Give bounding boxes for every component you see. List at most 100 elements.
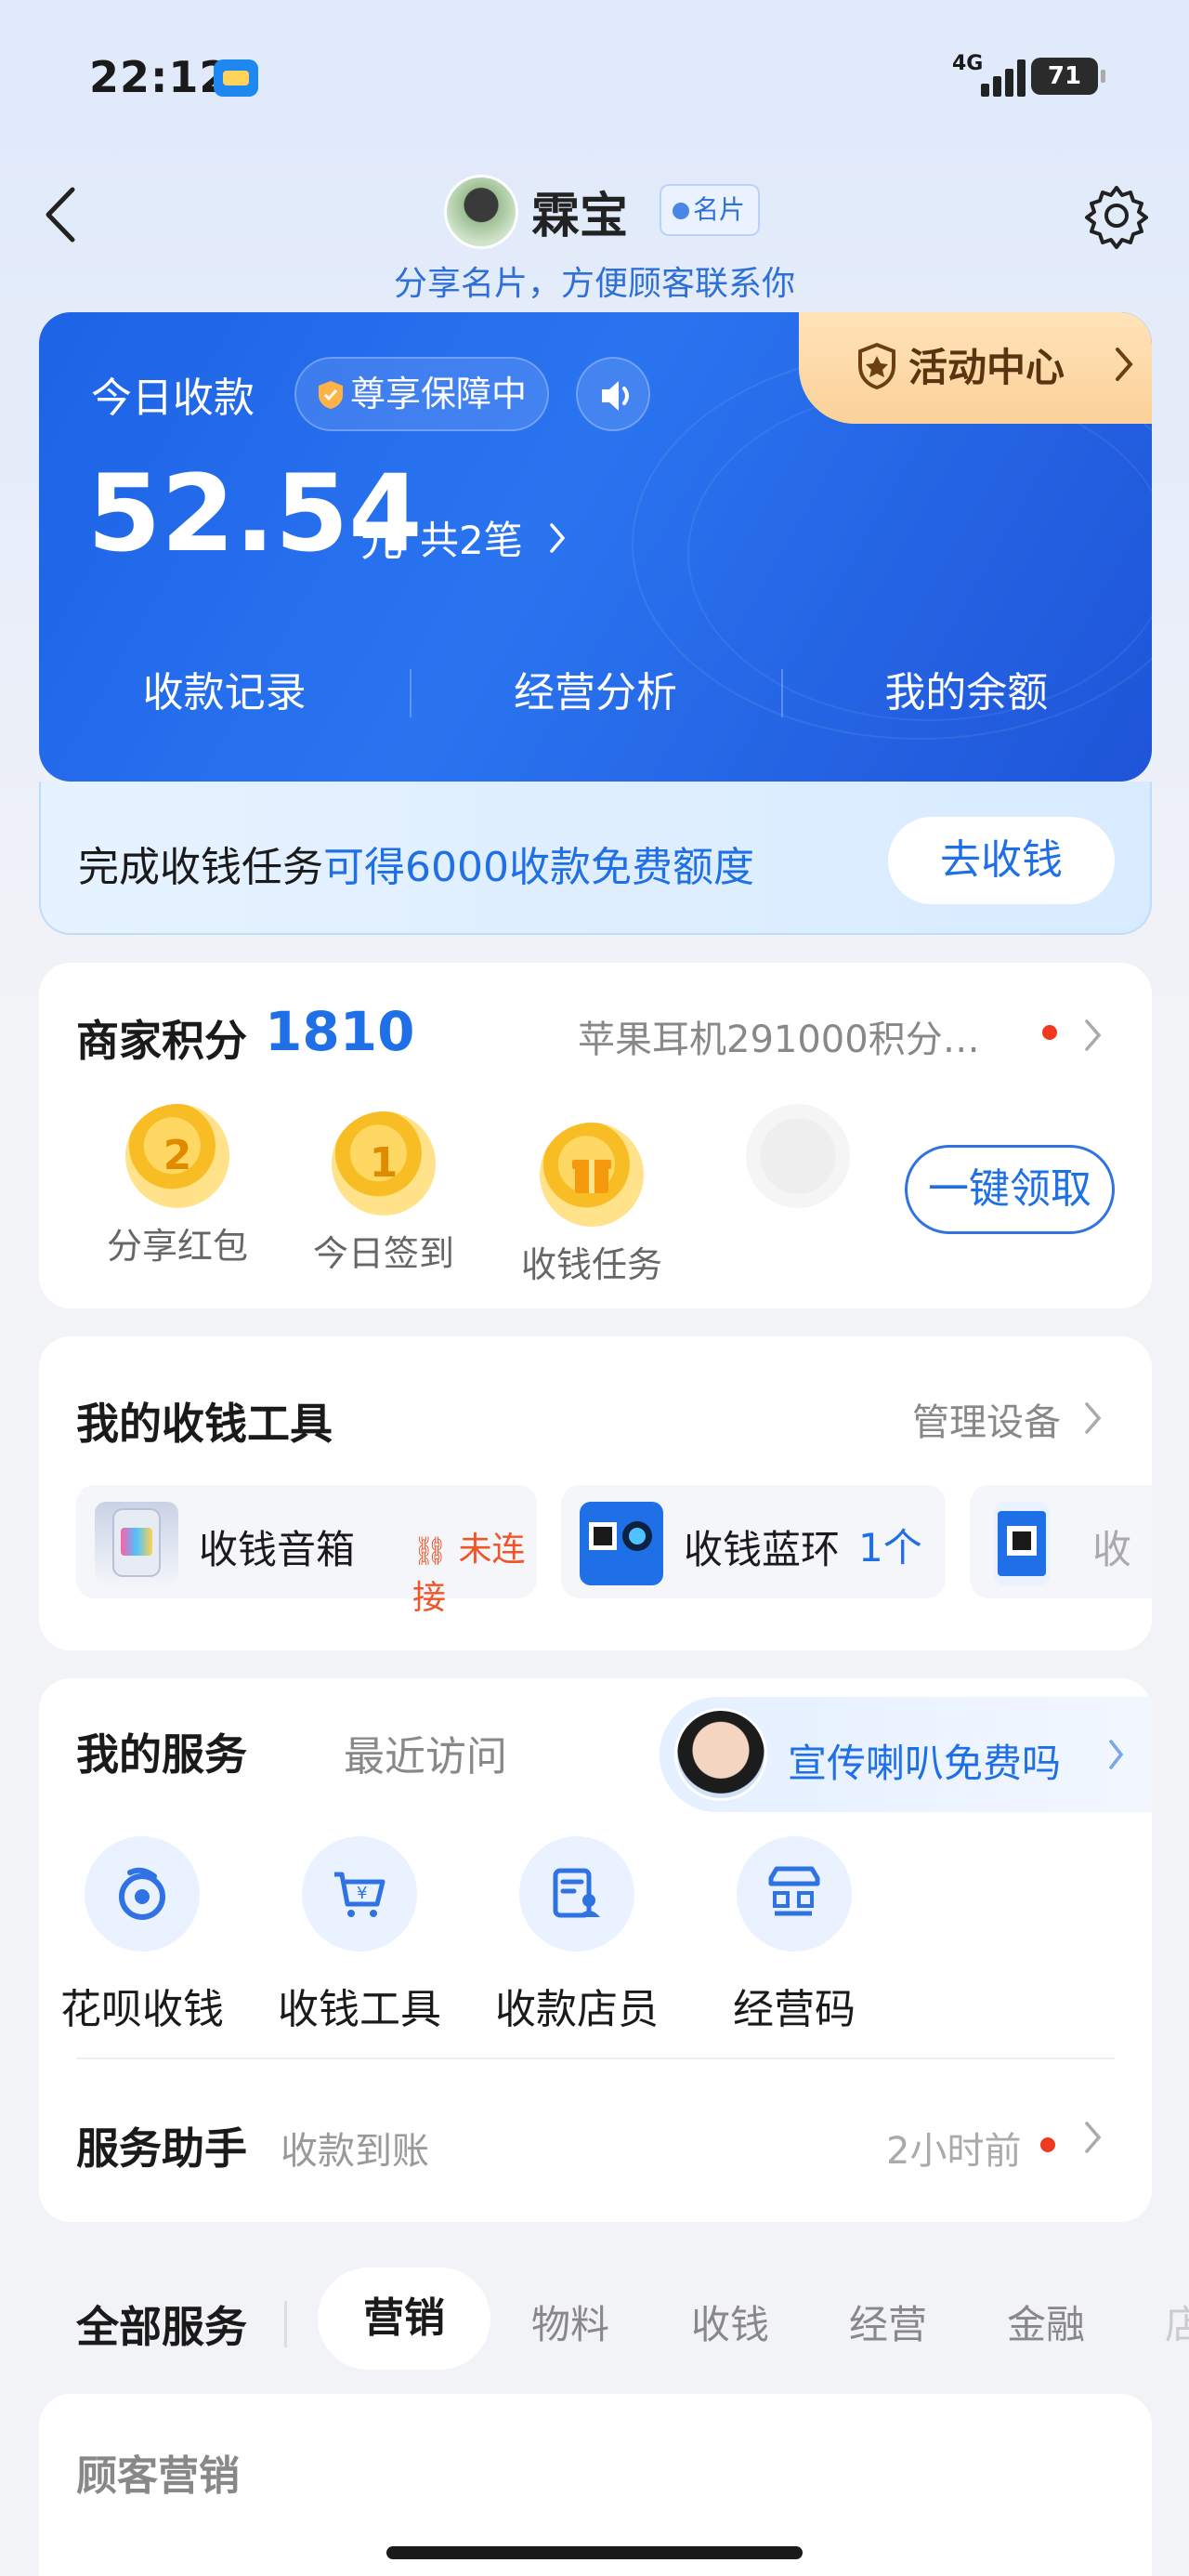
all-services-title: 全部服务 (76, 2302, 247, 2352)
tab-materials[interactable]: 物料 (531, 2293, 609, 2350)
my-services-card: 我的服务 最近访问 宣传喇叭免费吗 花呗收钱 ¥ 收钱工具 收款店员 经营码 服… (39, 1678, 1152, 2222)
voice-broadcast-button[interactable] (576, 357, 650, 431)
chevron-right-icon (1109, 1740, 1124, 1769)
avatar[interactable] (444, 175, 518, 249)
service-assistant-subtitle[interactable]: 收款到账 (281, 2121, 429, 2175)
shield-icon (319, 381, 343, 409)
person-icon (673, 203, 689, 219)
service-staff[interactable]: 收款店员 (479, 1836, 674, 2035)
tab-marketing[interactable]: 营销 (318, 2267, 490, 2370)
my-balance-link[interactable]: 我的余额 (780, 656, 1152, 730)
payment-records-link[interactable]: 收款记录 (39, 656, 410, 730)
staff-card-icon (519, 1836, 634, 1952)
tab-my-services[interactable]: 我的服务 (76, 1721, 247, 1782)
coin-badge: 2 (125, 1104, 229, 1208)
tab-collection[interactable]: 收钱 (691, 2293, 769, 2350)
service-category-bar: 全部服务 营销 物料 收钱 经营 金融 店 (39, 2267, 1189, 2370)
business-card-label: 名片 (693, 194, 746, 225)
points-promo[interactable]: 苹果耳机291000积分… (578, 1009, 980, 1063)
assurance-badge[interactable]: 尊享保障中 (294, 357, 550, 431)
service-assistant-title[interactable]: 服务助手 (76, 2115, 247, 2176)
today-income-label: 今日收款 (91, 375, 255, 422)
tool-speaker[interactable]: 收钱音箱 ⛓ 未连接 (76, 1485, 537, 1617)
tool-name: 收 (1092, 1527, 1132, 1572)
tool-blue-ring[interactable]: 收钱蓝环 1个 (561, 1485, 946, 1598)
collection-task[interactable]: 收钱任务 (503, 1123, 680, 1287)
coin-label: 分享红包 (106, 1226, 248, 1267)
tab-store[interactable]: 店 (1165, 2293, 1189, 2350)
cloud-icon (746, 1104, 850, 1208)
chevron-right-icon[interactable] (1083, 1017, 1104, 1054)
chevron-right-icon[interactable] (1083, 2119, 1104, 2156)
service-label: 经营码 (733, 1986, 856, 2033)
service-huabei[interactable]: 花呗收钱 (45, 1836, 240, 2035)
service-tools[interactable]: ¥ 收钱工具 (262, 1836, 457, 2035)
status-time: 22:12 (89, 52, 230, 102)
share-tip[interactable]: 分享名片，方便顾客联系你 (0, 256, 1189, 305)
placeholder-reward[interactable] (710, 1104, 886, 1208)
collection-tools-card: 我的收钱工具 管理设备 收钱音箱 ⛓ 未连接 收钱蓝环 1个 收 (39, 1336, 1152, 1650)
collection-task-banner[interactable]: 完成收钱任务可得6000收款免费额度 去收钱 (39, 782, 1152, 935)
tool-name: 收钱蓝环 (684, 1527, 841, 1572)
points-value[interactable]: 1810 (265, 1000, 414, 1063)
tab-operations[interactable]: 经营 (849, 2293, 927, 2350)
huabei-icon (85, 1836, 200, 1952)
transaction-count[interactable]: 共2笔 (420, 509, 523, 566)
claim-all-button[interactable]: 一键领取 (905, 1145, 1115, 1234)
speaker-device-icon (95, 1502, 178, 1585)
back-button[interactable] (37, 182, 93, 247)
income-card: 活动中心 今日收款 尊享保障中 52.54 元 共2笔 收款记录 经营分析 我的… (39, 312, 1152, 782)
assurance-label: 尊享保障中 (350, 374, 528, 414)
assistant-avatar (674, 1708, 767, 1801)
service-label: 收钱工具 (278, 1986, 441, 2033)
task-highlight: 可得6000收款免费额度 (323, 844, 754, 891)
activity-center-button[interactable]: 活动中心 (799, 312, 1152, 424)
qr-stand-icon (580, 1502, 663, 1585)
points-title: 商家积分 (76, 1016, 247, 1066)
svg-text:¥: ¥ (357, 1884, 367, 1903)
business-analysis-link[interactable]: 经营分析 (410, 656, 780, 730)
activity-center-label: 活动中心 (908, 345, 1065, 390)
go-collect-button[interactable]: 去收钱 (888, 817, 1115, 904)
signal-icon (975, 58, 1027, 97)
tool-qr-code[interactable]: 收 (970, 1485, 1152, 1598)
service-business-code[interactable]: 经营码 (697, 1836, 892, 2035)
store-qr-icon (737, 1836, 852, 1952)
cart-icon: ¥ (302, 1836, 417, 1952)
battery-indicator: 71 (1031, 58, 1105, 95)
tool-status: 1个 (858, 1525, 922, 1571)
notification-dot (1040, 2137, 1055, 2152)
section-title: 顾客营销 (76, 2452, 240, 2500)
tool-status: ⛓ 未连接 (412, 1531, 526, 1617)
wallet-notification-icon (214, 59, 258, 97)
business-card-button[interactable]: 名片 (660, 184, 761, 236)
coin-label: 今日签到 (312, 1233, 454, 1274)
gear-icon (1085, 186, 1148, 249)
tool-name: 收钱音箱 (199, 1527, 356, 1572)
chevron-right-icon[interactable] (1083, 1400, 1104, 1437)
chevron-right-icon (1116, 348, 1133, 381)
daily-check-in[interactable]: 1 今日签到 (295, 1111, 472, 1276)
merchant-name[interactable]: 霖宝 (531, 177, 628, 246)
promo-text: 宣传喇叭免费吗 (788, 1741, 1062, 1786)
tab-finance[interactable]: 金融 (1007, 2293, 1085, 2350)
speaker-promo-banner[interactable]: 宣传喇叭免费吗 (660, 1697, 1152, 1812)
coin-badge: 1 (332, 1111, 436, 1216)
link-broken-icon: ⛓ (412, 1535, 449, 1568)
chevron-right-icon[interactable] (548, 520, 567, 556)
service-label: 花呗收钱 (60, 1986, 224, 2033)
gift-icon (540, 1123, 644, 1227)
service-label: 收款店员 (495, 1986, 659, 2033)
divider (284, 2301, 287, 2347)
home-indicator[interactable] (386, 2546, 803, 2559)
settings-button[interactable] (1079, 178, 1154, 253)
notification-dot (1042, 1025, 1057, 1040)
badge-star-icon (858, 342, 895, 390)
task-prefix: 完成收钱任务 (78, 844, 323, 891)
manage-devices-link[interactable]: 管理设备 (912, 1392, 1061, 1446)
tab-recent-visits[interactable]: 最近访问 (344, 1723, 507, 1782)
coin-label: 收钱任务 (520, 1244, 662, 1285)
status-bar: 22:12 4G 71 (0, 0, 1189, 158)
divider (76, 2057, 1115, 2059)
share-red-packet[interactable]: 2 分享红包 (89, 1104, 266, 1268)
